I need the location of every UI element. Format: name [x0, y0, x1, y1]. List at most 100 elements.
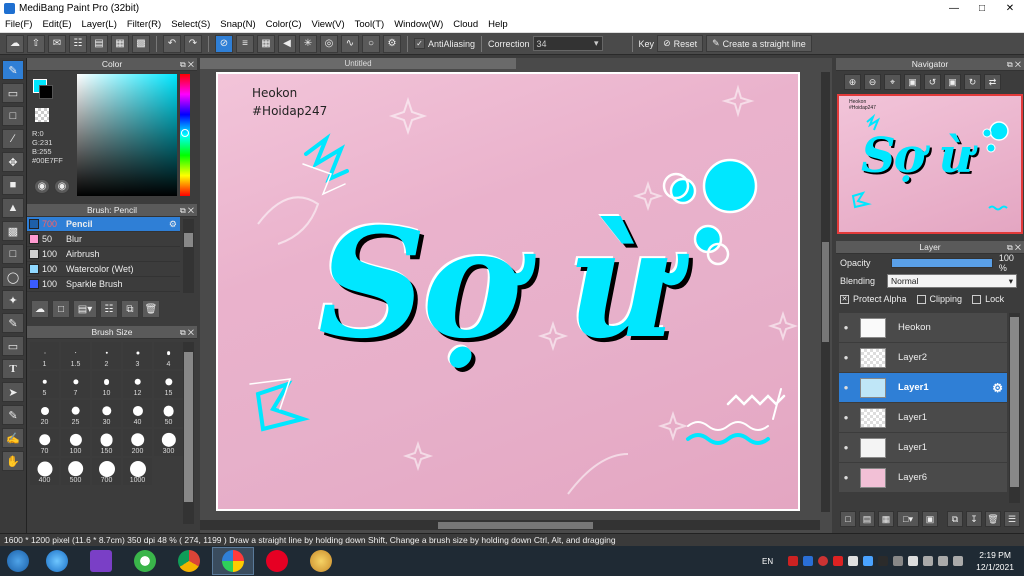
- correction-dropdown[interactable]: 34 ▾: [532, 36, 603, 51]
- visibility-icon[interactable]: ●: [839, 413, 853, 422]
- comment-icon[interactable]: ✉: [48, 34, 66, 53]
- taskbar-medibang[interactable]: [212, 547, 254, 575]
- brush-size-cell[interactable]: 4: [154, 342, 183, 369]
- layer-list-scrollbar[interactable]: [1009, 313, 1020, 503]
- crisscross-snap-icon[interactable]: ▦: [257, 34, 275, 53]
- delete-layer-icon[interactable]: 🗑: [985, 511, 1001, 527]
- zoom-in-icon[interactable]: ⊕: [844, 74, 861, 90]
- divide-tool-icon[interactable]: ✎: [2, 405, 24, 425]
- reset-view-icon[interactable]: ▣: [944, 74, 961, 90]
- menu-edit[interactable]: Edit(E): [37, 19, 76, 30]
- duplicate-layer-icon[interactable]: ⧉: [947, 511, 963, 527]
- language-indicator[interactable]: EN: [762, 557, 773, 566]
- material-icon[interactable]: ▦: [111, 34, 129, 53]
- maximize-button[interactable]: □: [968, 0, 996, 17]
- tray-app-icon[interactable]: [863, 556, 874, 566]
- scroll-thumb[interactable]: [438, 522, 593, 529]
- hue-slider[interactable]: [180, 74, 190, 196]
- vietkey-icon[interactable]: [788, 556, 799, 566]
- tray-app-icon[interactable]: [833, 556, 844, 566]
- scroll-thumb[interactable]: [822, 242, 829, 342]
- gradient-tool-icon[interactable]: ▩: [2, 221, 24, 241]
- shape-tool-icon[interactable]: ■: [2, 175, 24, 195]
- brush-size-cell[interactable]: 1: [30, 342, 59, 369]
- flag-icon[interactable]: [908, 556, 919, 566]
- visibility-icon[interactable]: ●: [839, 383, 853, 392]
- reset-button[interactable]: ⊘ Reset: [657, 35, 704, 52]
- tray-app-icon[interactable]: [803, 556, 814, 566]
- upload-icon[interactable]: ⇧: [27, 34, 45, 53]
- brush-size-cell[interactable]: 25: [61, 400, 90, 427]
- flip-horizontal-icon[interactable]: ⇄: [984, 74, 1001, 90]
- redo-icon[interactable]: ↷: [184, 34, 202, 53]
- protect-alpha-checkbox[interactable]: ✕: [840, 294, 849, 304]
- brush-size-cell[interactable]: 700: [92, 458, 121, 485]
- panel-float-icon[interactable]: ⧉ ✕: [180, 204, 194, 217]
- canvas-vertical-scrollbar[interactable]: [821, 72, 830, 512]
- radial-snap-icon[interactable]: ✳: [299, 34, 317, 53]
- tray-app-icon[interactable]: [818, 556, 829, 566]
- brush-item-watercolor[interactable]: 100 Watercolor (Wet): [27, 262, 180, 277]
- curve-snap-icon[interactable]: ∿: [341, 34, 359, 53]
- document-tab[interactable]: Untitled: [200, 58, 516, 69]
- color-history-icon[interactable]: ◉: [54, 179, 70, 194]
- tray-app-icon[interactable]: [878, 556, 889, 566]
- menu-view[interactable]: View(V): [307, 19, 350, 30]
- taskbar-chrome[interactable]: [168, 547, 210, 575]
- brush-size-cell[interactable]: 2: [92, 342, 121, 369]
- minimize-button[interactable]: —: [940, 0, 968, 17]
- add-8bit-layer-icon[interactable]: ▦: [878, 511, 894, 527]
- operation-tool-icon[interactable]: ➤: [2, 382, 24, 402]
- panel-float-icon[interactable]: ⧉ ✕: [180, 326, 194, 339]
- zoom-fit-icon[interactable]: ⌖: [884, 74, 901, 90]
- brush-tool-icon[interactable]: ✎: [2, 60, 24, 80]
- layer-item[interactable]: ● Layer1: [839, 433, 1007, 462]
- brush-size-cell[interactable]: 7: [61, 371, 90, 398]
- cloud-brush-icon[interactable]: ☁: [31, 300, 49, 318]
- pen-tool-icon[interactable]: ∕: [2, 129, 24, 149]
- add-halftone-layer-icon[interactable]: ▤: [859, 511, 875, 527]
- brush-size-scrollbar[interactable]: [183, 342, 194, 524]
- brush-size-cell[interactable]: 1000: [123, 458, 152, 485]
- brush-size-cell[interactable]: 15: [154, 371, 183, 398]
- undo-icon[interactable]: ↶: [163, 34, 181, 53]
- gear-icon[interactable]: ⚙: [992, 381, 1003, 395]
- select-tool-icon[interactable]: □: [2, 244, 24, 264]
- scroll-thumb[interactable]: [1010, 317, 1019, 487]
- merge-layer-icon[interactable]: ↧: [966, 511, 982, 527]
- scroll-thumb[interactable]: [184, 233, 193, 247]
- menu-window[interactable]: Window(W): [389, 19, 448, 30]
- layer-item-selected[interactable]: ● Layer1 ⚙: [839, 373, 1007, 402]
- menu-cloud[interactable]: Cloud: [448, 19, 483, 30]
- layer-item[interactable]: ● Layer2: [839, 343, 1007, 372]
- actual-size-icon[interactable]: ▣: [904, 74, 921, 90]
- share-icon[interactable]: ☷: [69, 34, 87, 53]
- blending-dropdown[interactable]: Normal ▾: [887, 274, 1018, 288]
- brush-size-cell[interactable]: 3: [123, 342, 152, 369]
- layer-item[interactable]: ● Layer1: [839, 403, 1007, 432]
- close-button[interactable]: ✕: [996, 0, 1024, 17]
- start-button[interactable]: [0, 547, 36, 575]
- saturation-value-picker[interactable]: [77, 74, 177, 196]
- brush-item-sparkle[interactable]: 100 Sparkle Brush: [27, 277, 180, 292]
- canvas-horizontal-scrollbar[interactable]: [200, 520, 820, 530]
- panel-float-icon[interactable]: ⧉ ✕: [180, 58, 194, 71]
- hand-tool-icon[interactable]: ✋: [2, 451, 24, 471]
- grid-panel-icon[interactable]: ▩: [132, 34, 150, 53]
- hue-slider-handle[interactable]: [181, 129, 189, 137]
- rotate-left-icon[interactable]: ↺: [924, 74, 941, 90]
- brush-size-cell[interactable]: 40: [123, 400, 152, 427]
- move-tool-icon[interactable]: ✥: [2, 152, 24, 172]
- menu-tool[interactable]: Tool(T): [350, 19, 390, 30]
- navigator-preview[interactable]: Sợ ừ Heokon #Hoidap247: [837, 94, 1023, 234]
- visibility-icon[interactable]: ●: [839, 353, 853, 362]
- panel-float-icon[interactable]: ⧉ ✕: [1007, 241, 1021, 254]
- cloud-icon[interactable]: ☁: [6, 34, 24, 53]
- secondary-color-swatch[interactable]: [39, 85, 53, 99]
- brush-size-cell[interactable]: 10: [92, 371, 121, 398]
- add-layer-menu-icon[interactable]: □▾: [897, 511, 919, 527]
- brush-size-cell[interactable]: 200: [123, 429, 152, 456]
- brush-size-cell[interactable]: 150: [92, 429, 121, 456]
- menu-layer[interactable]: Layer(L): [77, 19, 122, 30]
- visibility-icon[interactable]: ●: [839, 323, 853, 332]
